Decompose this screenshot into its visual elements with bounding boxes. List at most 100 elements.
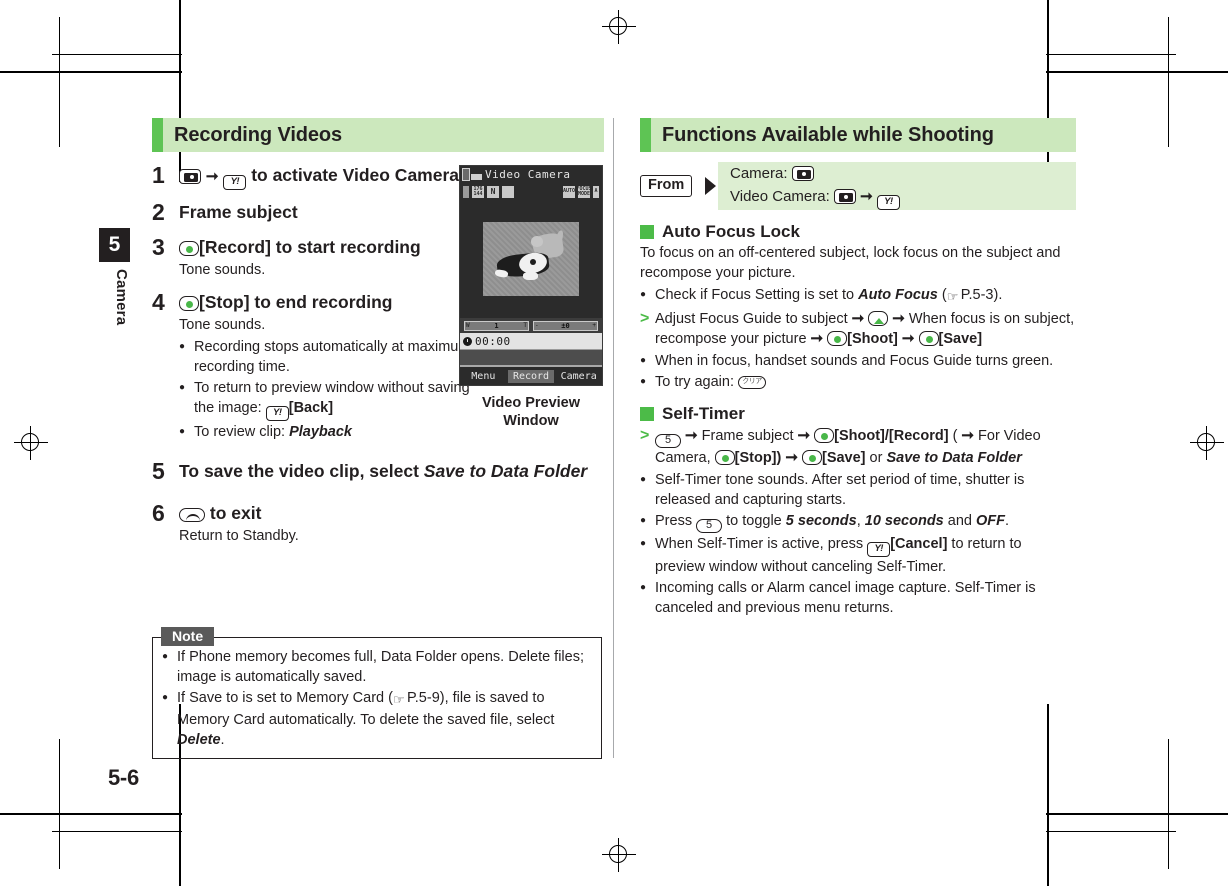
self-timer-procedure: 5 ➞ Frame subject ➞ [Shoot]/[Record] ( ➞… (640, 426, 1076, 468)
auto-focus-procedure: Adjust Focus Guide to subject ➞ ➞ When f… (640, 309, 1076, 349)
step-number: 3 (152, 234, 165, 260)
clear-key-icon: クリア (738, 376, 767, 389)
dog-eye (530, 259, 536, 265)
yahoo-key-icon: Y! (223, 175, 247, 190)
screen-title: Video Camera (485, 167, 571, 181)
step-text: [Record] to start recording (179, 234, 479, 260)
screen-progress-strip (460, 349, 602, 365)
softkey-center[interactable]: Record (507, 369, 555, 383)
exposure-slider: - ±0 + (533, 320, 598, 331)
quality-icon: N (487, 185, 499, 198)
menu-item-name: Save to Data Folder (886, 450, 1022, 466)
step-6-note: Return to Standby. (179, 528, 299, 544)
bullet-item: When in focus, handset sounds and Focus … (640, 351, 1070, 371)
battery-icon (462, 168, 470, 181)
green-square-icon (640, 407, 654, 421)
center-key-icon (179, 241, 199, 256)
menu-item-name: OFF (976, 513, 1006, 529)
from-line-camera: Camera: (730, 162, 1076, 185)
center-key-icon (827, 331, 848, 346)
header-accent-bar (640, 118, 651, 152)
header-accent-bar (152, 118, 163, 152)
softkey-label: [Save] (821, 450, 866, 466)
timer-value: 00:00 (475, 334, 511, 348)
screen-adjust-bars: W 1 T - ±0 + (460, 318, 602, 333)
note-item: If Phone memory becomes full, Data Folde… (162, 647, 592, 687)
softkey-right[interactable]: Camera (555, 370, 602, 383)
step-text: ➞ Y! to activate Video Camera (179, 162, 479, 190)
menu-item-name: Save to Data Folder (423, 461, 588, 481)
reference-pointer-icon: ☞ (392, 692, 405, 707)
step-number: 4 (152, 289, 165, 315)
chapter-name: Camera (113, 269, 130, 326)
step-3-note: Tone sounds. (179, 262, 266, 278)
bullet-item: Self-Timer tone sounds. After set period… (640, 470, 1070, 510)
bullet-item: To review clip: Playback (179, 422, 479, 442)
menu-item-name: Delete (177, 732, 221, 748)
zoom-value: 1 (494, 321, 499, 330)
screen-viewfinder (460, 200, 602, 318)
screen-title-bar: Video Camera (460, 166, 602, 183)
section-title: Functions Available while Shooting (662, 123, 994, 146)
yahoo-key-icon: Y! (867, 542, 891, 557)
step-text: To save the video clip, select Save to D… (179, 461, 588, 481)
from-label: From (640, 175, 693, 197)
zoom-tele-label: T (523, 321, 527, 329)
number-key-5-icon: 5 (696, 519, 723, 533)
step-number: 1 (152, 162, 165, 188)
green-square-icon (640, 225, 654, 239)
from-content: Camera: Video Camera: ➞ Y! (718, 162, 1076, 210)
manual-page: 5 Camera 5-6 Recording Videos 1 ➞ Y! to … (0, 0, 1228, 886)
video-preview-figure: Video Camera 176144 N AUTO FOCUSMODE A (459, 165, 603, 430)
center-key-icon (714, 450, 735, 465)
note-bullets: If Phone memory becomes full, Data Folde… (162, 647, 592, 750)
arrow-icon: ➞ (785, 449, 798, 466)
camera-key-icon (833, 189, 856, 204)
arrow-icon: ➞ (892, 310, 905, 327)
preview-photo (483, 222, 579, 296)
arrow-icon: ➞ (685, 427, 698, 444)
number-key-5-icon: 5 (655, 434, 681, 448)
menu-item-name: Playback (289, 424, 352, 440)
focus-indicator-icon: A (593, 185, 599, 198)
arrow-icon: ➞ (860, 188, 873, 205)
subsection-intro: To focus on an off-centered subject, loc… (640, 245, 1061, 281)
bullet-item: Incoming calls or Alarm cancel image cap… (640, 578, 1070, 618)
right-column: Functions Available while Shooting From … (640, 118, 1076, 618)
ev-value: ±0 (561, 321, 570, 330)
subsection-auto-focus-lock: Auto Focus Lock (640, 222, 1076, 242)
softkey-left[interactable]: Menu (460, 370, 507, 383)
from-tag-wrap: From (640, 162, 702, 210)
page-number: 5-6 (108, 765, 139, 790)
step-5: 5 To save the video clip, select Save to… (152, 458, 604, 484)
softkey-label: [Back] (288, 400, 334, 416)
signal-icon (471, 174, 482, 180)
arrow-icon: ➞ (797, 427, 811, 444)
screen-record-timer: 00:00 (460, 333, 602, 349)
softkey-label: [Stop]) (734, 450, 782, 466)
bullet-item: Recording stops automatically at maximum… (179, 337, 479, 377)
arrow-icon: ➞ (810, 330, 824, 347)
cat-head (531, 236, 543, 247)
step-text: [Stop] to end recording (179, 289, 479, 315)
from-arrow-icon (702, 162, 718, 210)
resolution-icon: 176 144 (472, 185, 484, 198)
chapter-tab: 5 Camera (99, 228, 130, 339)
bullet-item: When Self-Timer is active, press Y![Canc… (640, 534, 1070, 577)
self-timer-bullets: Self-Timer tone sounds. After set period… (640, 470, 1070, 618)
bullet-item: Press 5 to toggle 5 seconds, 10 seconds … (640, 511, 1070, 533)
step-text: to exit (179, 500, 479, 526)
zoom-wide-label: W (466, 321, 470, 329)
softkey-label: [Save] (938, 331, 983, 347)
memory-icon (463, 185, 469, 198)
menu-item-name: Auto Focus (858, 287, 938, 303)
screen-softkey-bar: Menu Record Camera (460, 365, 602, 385)
subsection-self-timer: Self-Timer (640, 404, 1076, 424)
yahoo-key-icon: Y! (876, 195, 900, 210)
shoot-mode-icon (502, 185, 514, 198)
note-label: Note (161, 627, 215, 646)
auto-focus-bullets-bottom: When in focus, handset sounds and Focus … (640, 351, 1070, 392)
step-4-bullets: Recording stops automatically at maximum… (179, 337, 479, 442)
subsection-title: Auto Focus Lock (662, 222, 800, 241)
step-4-note: Tone sounds. (179, 317, 266, 333)
